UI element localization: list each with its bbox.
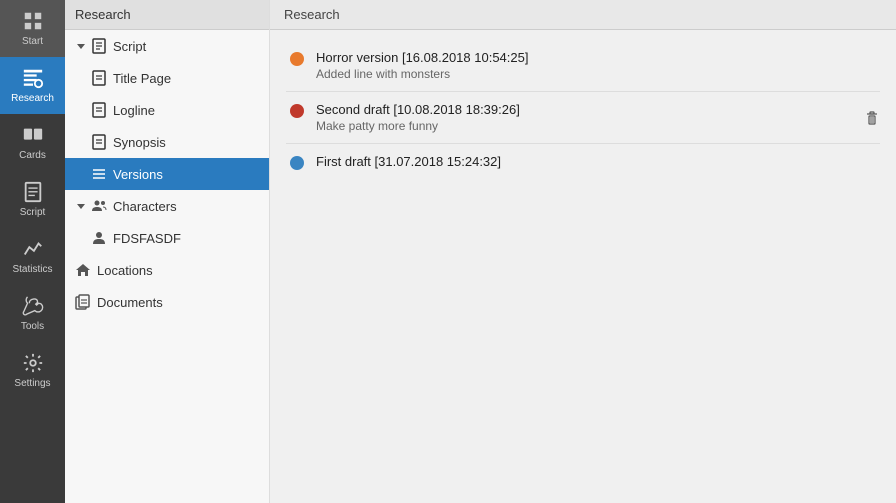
main-header-text: Research (284, 7, 340, 22)
tree-title-page-label: Title Page (113, 71, 171, 86)
version-subtitle-1: Added line with monsters (316, 67, 876, 81)
doc2-icon (91, 102, 107, 118)
tree-item-fdsfasdf[interactable]: FDSFASDF (65, 222, 269, 254)
sidebar-item-cards[interactable]: Cards (0, 114, 65, 171)
tree-item-title-page[interactable]: Title Page (65, 62, 269, 94)
version-title-3: First draft [31.07.2018 15:24:32] (316, 154, 876, 169)
tree-documents-label: Documents (97, 295, 163, 310)
list-icon (91, 166, 107, 182)
trash-icon (864, 110, 880, 126)
settings-label: Settings (14, 378, 50, 389)
script-label: Script (20, 207, 46, 218)
version-item-1[interactable]: Horror version [16.08.2018 10:54:25] Add… (270, 40, 896, 91)
version-content-3: First draft [31.07.2018 15:24:32] (316, 154, 876, 171)
sidebar-item-research[interactable]: Research (0, 57, 65, 114)
main-content: Research Horror version [16.08.2018 10:5… (270, 0, 896, 503)
start-label: Start (22, 36, 43, 47)
research-label: Research (11, 93, 54, 104)
people-icon (91, 198, 107, 214)
tree-versions-label: Versions (113, 167, 163, 182)
chevron-down2-icon (75, 200, 87, 212)
tree-script-label: Script (113, 39, 146, 54)
doc-icon (91, 70, 107, 86)
tools-label: Tools (21, 321, 44, 332)
home-icon (75, 262, 91, 278)
tree-characters-label: Characters (113, 199, 177, 214)
cards-icon (22, 124, 44, 146)
tree-logline-label: Logline (113, 103, 155, 118)
grid-icon (22, 10, 44, 32)
version-title-2: Second draft [10.08.2018 18:39:26] (316, 102, 876, 117)
delete-button-2[interactable] (864, 110, 880, 126)
main-header: Research (270, 0, 896, 30)
tree-item-script[interactable]: Script (65, 30, 269, 62)
sidebar-header-text: Research (75, 7, 131, 22)
sidebar-item-settings[interactable]: Settings (0, 342, 65, 399)
sidebar-item-tools[interactable]: Tools (0, 285, 65, 342)
tree-item-synopsis[interactable]: Synopsis (65, 126, 269, 158)
version-item-2[interactable]: Second draft [10.08.2018 18:39:26] Make … (270, 92, 896, 143)
sidebar-header: Research (65, 0, 269, 30)
tree-item-documents[interactable]: Documents (65, 286, 269, 318)
person-icon (91, 230, 107, 246)
tree-item-versions[interactable]: Versions (65, 158, 269, 190)
cards-label: Cards (19, 150, 46, 161)
script-tree-icon (91, 38, 107, 54)
chevron-down-icon (75, 40, 87, 52)
doc3-icon (91, 134, 107, 150)
research-icon (22, 67, 44, 89)
statistics-icon (22, 238, 44, 260)
documents-icon (75, 294, 91, 310)
script-icon (22, 181, 44, 203)
version-content-1: Horror version [16.08.2018 10:54:25] Add… (316, 50, 876, 81)
tree-synopsis-label: Synopsis (113, 135, 166, 150)
version-dot-2 (290, 104, 304, 118)
sidebar-item-script[interactable]: Script (0, 171, 65, 228)
tree-locations-label: Locations (97, 263, 153, 278)
tree-item-logline[interactable]: Logline (65, 94, 269, 126)
tree-item-characters[interactable]: Characters (65, 190, 269, 222)
version-content-2: Second draft [10.08.2018 18:39:26] Make … (316, 102, 876, 133)
statistics-label: Statistics (12, 264, 52, 275)
sidebar-item-start[interactable]: Start (0, 0, 65, 57)
tree-fdsfasdf-label: FDSFASDF (113, 231, 181, 246)
sidebar: Research Script Title Page Logline (65, 0, 270, 503)
settings-icon (22, 352, 44, 374)
tree-item-locations[interactable]: Locations (65, 254, 269, 286)
version-title-1: Horror version [16.08.2018 10:54:25] (316, 50, 876, 65)
sidebar-item-statistics[interactable]: Statistics (0, 228, 65, 285)
version-list: Horror version [16.08.2018 10:54:25] Add… (270, 30, 896, 191)
version-subtitle-2: Make patty more funny (316, 119, 876, 133)
icon-bar: Start Research Cards Script Statistics (0, 0, 65, 503)
version-dot-1 (290, 52, 304, 66)
version-dot-3 (290, 156, 304, 170)
version-item-3[interactable]: First draft [31.07.2018 15:24:32] (270, 144, 896, 181)
tools-icon (22, 295, 44, 317)
